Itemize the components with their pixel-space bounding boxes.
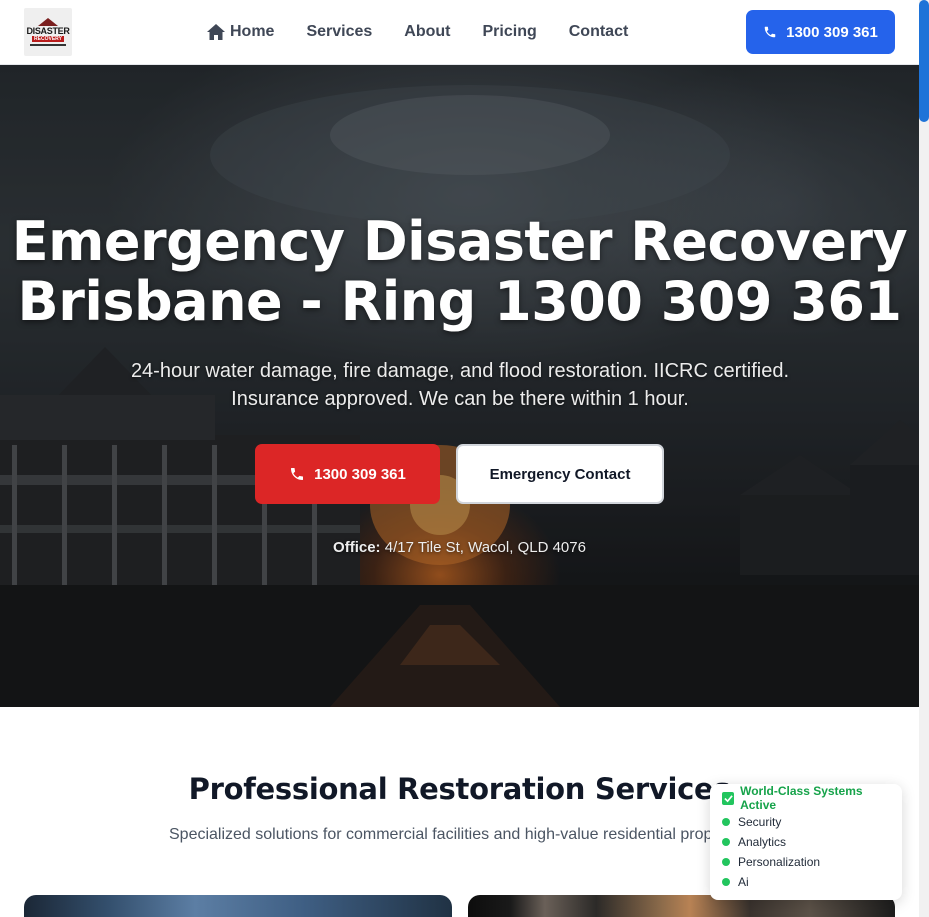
systems-status-widget: World-Class Systems Active Security Anal…	[710, 784, 902, 900]
nav-home[interactable]: Home	[207, 23, 274, 41]
logo[interactable]: DISASTER RECOVERY	[24, 8, 72, 56]
status-item: Ai	[722, 872, 890, 892]
emergency-contact-label: Emergency Contact	[489, 465, 631, 483]
hero-subtitle-line-2: Insurance approved. We can be there with…	[231, 388, 689, 410]
office-address: Office: 4/17 Tile St, Wacol, QLD 4076	[0, 539, 919, 556]
status-item-label: Analytics	[738, 835, 787, 849]
status-item: Security	[722, 812, 890, 832]
logo-house-icon	[38, 18, 58, 26]
office-label: Office:	[333, 539, 381, 556]
nav-contact[interactable]: Contact	[569, 23, 629, 41]
nav-pricing-label: Pricing	[482, 23, 537, 40]
hero-section: Emergency Disaster Recovery Brisbane - R…	[0, 65, 919, 707]
home-icon	[207, 24, 225, 40]
status-item: Personalization	[722, 852, 890, 872]
widget-title: World-Class Systems Active	[740, 784, 863, 812]
nav-services-label: Services	[306, 23, 373, 40]
services-subtitle: Specialized solutions for commercial fac…	[169, 826, 713, 843]
widget-header: World-Class Systems Active	[722, 784, 890, 812]
status-dot-icon	[722, 878, 730, 886]
navbar: DISASTER RECOVERY Home Services About Pr…	[0, 0, 919, 65]
nav-contact-label: Contact	[568, 23, 629, 40]
phone-icon	[764, 26, 776, 38]
status-item-label: Security	[738, 815, 782, 829]
status-item-label: Ai	[738, 875, 749, 889]
status-dot-icon	[722, 818, 730, 826]
logo-subtext: RECOVERY	[32, 36, 64, 42]
logo-divider	[30, 44, 66, 46]
nav-home-label: Home	[230, 23, 275, 40]
hero-call-button[interactable]: 1300 309 361	[255, 444, 440, 504]
checkbox-check-icon	[722, 791, 735, 805]
service-card-image-1[interactable]	[24, 895, 452, 917]
hero-subtitle: 24-hour water damage, fire damage, and f…	[110, 357, 810, 413]
status-dot-icon	[722, 858, 730, 866]
hero-subtitle-line-1: 24-hour water damage, fire damage, and f…	[130, 360, 790, 382]
scrollbar-track[interactable]	[919, 0, 929, 917]
scrollbar-thumb[interactable]	[919, 0, 929, 122]
hero-title: Emergency Disaster Recovery Brisbane - R…	[0, 212, 919, 332]
nav-pricing[interactable]: Pricing	[483, 23, 537, 41]
status-item: Analytics	[722, 832, 890, 852]
nav-phone-button[interactable]: 1300 309 361	[746, 10, 895, 54]
status-item-label: Personalization	[738, 855, 821, 869]
status-dot-icon	[722, 838, 730, 846]
hero-call-label: 1300 309 361	[314, 465, 406, 483]
logo-text: DISASTER	[26, 26, 70, 36]
office-address-text: 4/17 Tile St, Wacol, QLD 4076	[384, 539, 586, 556]
nav-services[interactable]: Services	[306, 23, 372, 41]
nav-about-label: About	[404, 23, 451, 40]
emergency-contact-button[interactable]: Emergency Contact	[456, 444, 664, 504]
nav-phone-label: 1300 309 361	[786, 23, 878, 41]
phone-icon	[291, 468, 304, 480]
nav-links: Home Services About Pricing Contact	[207, 20, 628, 44]
hero-title-line-2: Brisbane - Ring 1300 309 361	[17, 270, 902, 333]
nav-about[interactable]: About	[404, 23, 450, 41]
hero-title-line-1: Emergency Disaster Recovery	[11, 210, 908, 273]
